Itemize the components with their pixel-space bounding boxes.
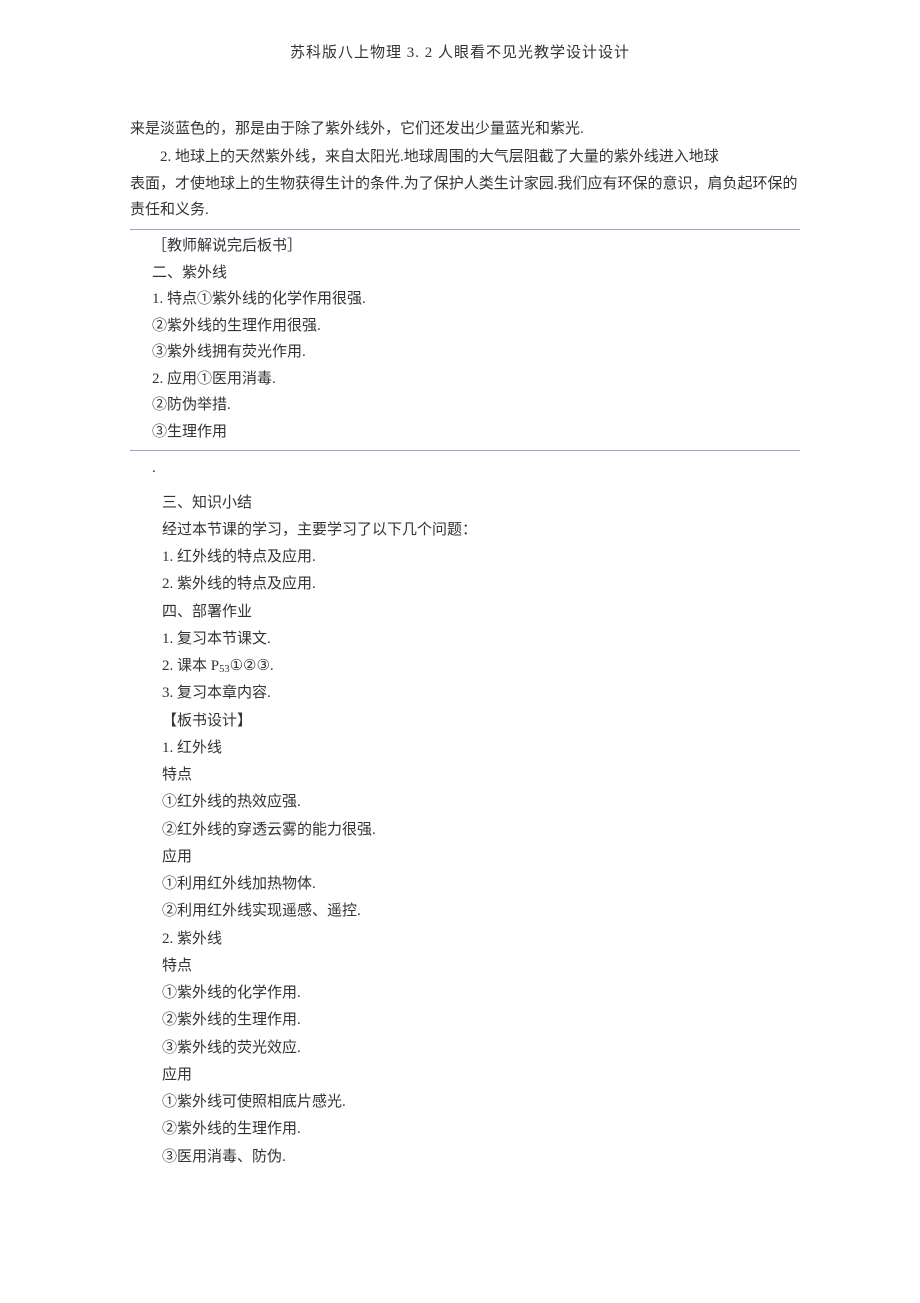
board-ir-title: 1. 红外线	[162, 735, 800, 761]
box-feature-2: ②紫外线的生理作用很强.	[152, 314, 790, 340]
intro-line-2: 2. 地球上的天然紫外线，来自太阳光.地球周围的大气层阻截了大量的紫外线进入地球	[130, 144, 800, 170]
boxed-section: ［教师解说完后板书］ 二、紫外线 1. 特点①紫外线的化学作用很强. ②紫外线的…	[130, 229, 800, 451]
board-uv-feature-1: ①紫外线的化学作用.	[162, 980, 800, 1006]
document-body: 来是淡蓝色的，那是由于除了紫外线外，它们还发出少量蓝光和紫光. 2. 地球上的天…	[130, 116, 800, 1170]
board-design-title: 【板书设计】	[162, 708, 800, 734]
box-feature-1: 1. 特点①紫外线的化学作用很强.	[152, 287, 790, 313]
board-uv-app-1: ①紫外线可使照相底片感光.	[162, 1089, 800, 1115]
homework-3: 3. 复习本章内容.	[162, 680, 800, 706]
board-uv-app-2: ②紫外线的生理作用.	[162, 1116, 800, 1142]
page-header: 苏科版八上物理 3. 2 人眼看不见光教学设计设计	[120, 40, 800, 66]
board-uv-feature-3: ③紫外线的荧光效应.	[162, 1035, 800, 1061]
summary-section: 三、知识小结 经过本节课的学习，主要学习了以下几个问题： 1. 红外线的特点及应…	[162, 490, 800, 1170]
board-ir-app-label: 应用	[162, 844, 800, 870]
board-uv-app-label: 应用	[162, 1062, 800, 1088]
summary-item-1: 1. 红外线的特点及应用.	[162, 544, 800, 570]
board-ir-feature-1: ①红外线的热效应强.	[162, 789, 800, 815]
trailing-dot: .	[152, 455, 800, 481]
summary-item-2: 2. 紫外线的特点及应用.	[162, 571, 800, 597]
board-uv-feature-2: ②紫外线的生理作用.	[162, 1007, 800, 1033]
board-uv-app-3: ③医用消毒、防伪.	[162, 1144, 800, 1170]
box-app-2: ②防伪举措.	[152, 393, 790, 419]
box-teacher-note: ［教师解说完后板书］	[152, 234, 790, 260]
homework-2-sub: 53	[219, 664, 230, 675]
box-feature-3: ③紫外线拥有荧光作用.	[152, 340, 790, 366]
box-app-3: ③生理作用	[152, 420, 790, 446]
board-ir-app-1: ①利用红外线加热物体.	[162, 871, 800, 897]
homework-2-b: ①②③.	[230, 658, 274, 674]
intro-line-3: 表面，才使地球上的生物获得生计的条件.为了保护人类生计家园.我们应有环保的意识，…	[130, 171, 800, 224]
summary-title: 三、知识小结	[162, 490, 800, 516]
homework-1: 1. 复习本节课文.	[162, 626, 800, 652]
box-title: 二、紫外线	[152, 261, 790, 287]
board-ir-app-2: ②利用红外线实现遥感、遥控.	[162, 898, 800, 924]
board-ir-feature-2: ②红外线的穿透云雾的能力很强.	[162, 817, 800, 843]
homework-title: 四、部署作业	[162, 599, 800, 625]
box-app-1: 2. 应用①医用消毒.	[152, 367, 790, 393]
summary-intro: 经过本节课的学习，主要学习了以下几个问题：	[162, 517, 800, 543]
board-uv-feature-label: 特点	[162, 953, 800, 979]
intro-line-1: 来是淡蓝色的，那是由于除了紫外线外，它们还发出少量蓝光和紫光.	[130, 116, 800, 142]
board-uv-title: 2. 紫外线	[162, 926, 800, 952]
board-ir-feature-label: 特点	[162, 762, 800, 788]
homework-2: 2. 课本 P53①②③.	[162, 653, 800, 679]
homework-2-a: 2. 课本 P	[162, 658, 219, 674]
